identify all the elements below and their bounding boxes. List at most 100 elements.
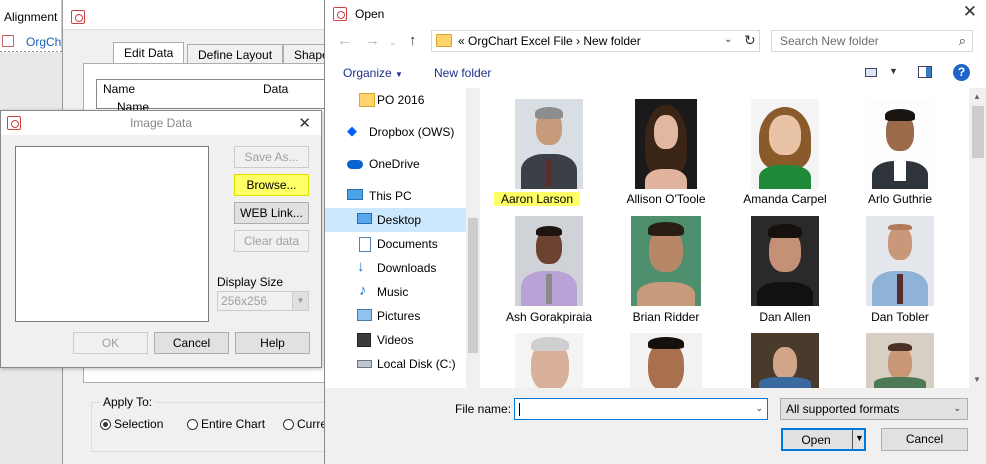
chevron-down-icon[interactable]: ▼ (889, 66, 898, 76)
grid-header-name[interactable]: Name (103, 82, 135, 96)
dialog-footer: File name: ⌄ All supported formats ⌄ Ope… (325, 388, 986, 464)
tab-edit-data[interactable]: Edit Data (113, 42, 185, 65)
file-thumbnail[interactable] (515, 99, 583, 189)
videos-icon (357, 333, 371, 347)
nav-item-label: Desktop (377, 213, 422, 227)
file-thumbnail[interactable] (751, 216, 819, 306)
nav-item-label: Dropbox (OWS) (369, 125, 455, 139)
file-label[interactable]: Dan Tobler (845, 310, 955, 324)
organize-menu[interactable]: Organize ▼ (343, 66, 403, 80)
file-type-value: All supported formats (786, 402, 900, 416)
file-thumbnail[interactable] (866, 216, 934, 306)
chevron-up-icon[interactable]: ▲ (973, 92, 981, 101)
dialog-titlebar: Image Data ✕ (1, 111, 321, 135)
image-data-dialog: Image Data ✕ Save As... Browse... WEB Li… (0, 110, 322, 368)
radio-entire-chart[interactable] (187, 419, 198, 430)
search-icon[interactable]: ⌕ (959, 33, 966, 49)
forward-arrow-icon[interactable]: → (365, 32, 380, 49)
nav-item-onedrive[interactable]: OneDrive (325, 152, 466, 176)
nav-item-label: Music (377, 285, 409, 299)
dialog-title: Image Data (129, 116, 193, 130)
tab-define-layout[interactable]: Define Layout (187, 44, 284, 65)
file-label[interactable]: Brian Ridder (611, 310, 721, 324)
web-link-button[interactable]: WEB Link... (234, 202, 309, 224)
recent-dropdown-icon[interactable]: ⌄ (389, 37, 397, 48)
address-bar[interactable]: « OrgChart Excel File › New folder ⌄ ↻ (431, 30, 760, 52)
close-icon[interactable]: ✕ (298, 114, 311, 132)
pictures-icon (357, 309, 372, 321)
file-label[interactable]: Ash Gorakpiraia (494, 310, 604, 324)
nav-item-downloads[interactable]: ↓ Downloads (325, 256, 466, 280)
nav-item-desktop[interactable]: Desktop (325, 208, 466, 232)
file-thumbnail[interactable] (635, 99, 697, 189)
cancel-button[interactable]: Cancel (881, 428, 968, 451)
open-button[interactable]: Open ▼ (781, 428, 866, 451)
file-thumbnail[interactable] (631, 216, 701, 306)
help-button[interactable]: Help (235, 332, 310, 354)
view-options-icon[interactable] (865, 68, 877, 77)
open-button-label: Open (801, 433, 831, 447)
navigation-pane: PO 2016 ◆ Dropbox (OWS) OneDrive This PC… (325, 88, 480, 388)
file-scrollbar[interactable]: ▲ ▼ (969, 88, 986, 388)
file-thumbnail[interactable] (866, 99, 934, 189)
scrollbar-thumb[interactable] (468, 218, 478, 353)
chevron-down-icon[interactable]: ⌄ (724, 34, 732, 45)
chevron-down-icon[interactable]: ▼ (973, 375, 981, 384)
clear-data-button[interactable]: Clear data (234, 230, 309, 252)
chevron-down-icon: ▼ (395, 70, 403, 79)
scrollbar-thumb[interactable] (972, 106, 984, 158)
up-arrow-icon[interactable]: ↑ (409, 32, 417, 49)
chevron-down-icon[interactable]: ⌄ (755, 403, 763, 414)
file-thumbnail[interactable] (751, 99, 819, 189)
file-thumbnail[interactable] (751, 333, 819, 388)
grid-header-data[interactable]: Data (263, 82, 288, 96)
file-label[interactable]: Aaron Larson (494, 192, 580, 206)
close-icon[interactable]: ✕ (963, 2, 977, 22)
folder-icon (436, 34, 452, 47)
breadcrumb[interactable]: « OrgChart Excel File › New folder (458, 34, 641, 48)
back-arrow-icon[interactable]: ← (337, 32, 352, 49)
file-label[interactable]: Dan Allen (730, 310, 840, 324)
file-label[interactable]: Arlo Guthrie (845, 192, 955, 206)
radio-selection[interactable] (100, 419, 111, 430)
data-grid[interactable]: Name Data Name (96, 79, 336, 114)
dropbox-icon: ◆ (347, 123, 357, 138)
nav-item-pictures[interactable]: Pictures (325, 304, 466, 328)
refresh-icon[interactable]: ↻ (744, 32, 756, 49)
browse-button[interactable]: Browse... (234, 174, 309, 196)
chevron-down-icon[interactable]: ▼ (855, 433, 864, 443)
nav-item-label: Documents (377, 237, 438, 251)
nav-item-label: Pictures (377, 309, 421, 323)
nav-scrollbar[interactable] (466, 88, 480, 388)
file-thumbnail[interactable] (515, 333, 583, 388)
alignment-label[interactable]: Alignment (4, 10, 57, 24)
file-type-select[interactable]: All supported formats ⌄ (780, 398, 968, 420)
ok-button[interactable]: OK (73, 332, 148, 354)
radio-current[interactable] (283, 419, 294, 430)
nav-item-po-2016[interactable]: PO 2016 (325, 88, 466, 112)
nav-item-music[interactable]: ♪ Music (325, 280, 466, 304)
help-icon[interactable]: ? (953, 64, 970, 81)
orgchart-tab-label[interactable]: OrgCh (26, 35, 61, 49)
nav-item-local-disk[interactable]: Local Disk (C:) (325, 352, 466, 376)
display-size-select[interactable]: 256x256 ▼ (217, 291, 309, 311)
file-thumbnail[interactable] (515, 216, 583, 306)
ribbon-fragment: Alignment OrgCh (0, 0, 62, 53)
preview-pane-icon[interactable] (918, 66, 932, 78)
file-label[interactable]: Allison O'Toole (611, 192, 721, 206)
new-folder-button[interactable]: New folder (434, 66, 491, 80)
nav-item-documents[interactable]: Documents (325, 232, 466, 256)
radio-entire-chart-label[interactable]: Entire Chart (201, 417, 265, 431)
nav-item-this-pc[interactable]: This PC (325, 184, 466, 208)
cancel-button[interactable]: Cancel (154, 332, 229, 354)
file-label[interactable]: Amanda Carpel (730, 192, 840, 206)
file-name-input[interactable]: ⌄ (514, 398, 768, 420)
save-as-button[interactable]: Save As... (234, 146, 309, 168)
radio-selection-label[interactable]: Selection (114, 417, 163, 431)
file-thumbnail[interactable] (630, 333, 702, 388)
search-input[interactable]: Search New folder ⌕ (771, 30, 973, 52)
file-thumbnail[interactable] (866, 333, 934, 388)
onedrive-icon (347, 160, 363, 169)
nav-item-dropbox[interactable]: ◆ Dropbox (OWS) (325, 120, 466, 144)
nav-item-videos[interactable]: Videos (325, 328, 466, 352)
